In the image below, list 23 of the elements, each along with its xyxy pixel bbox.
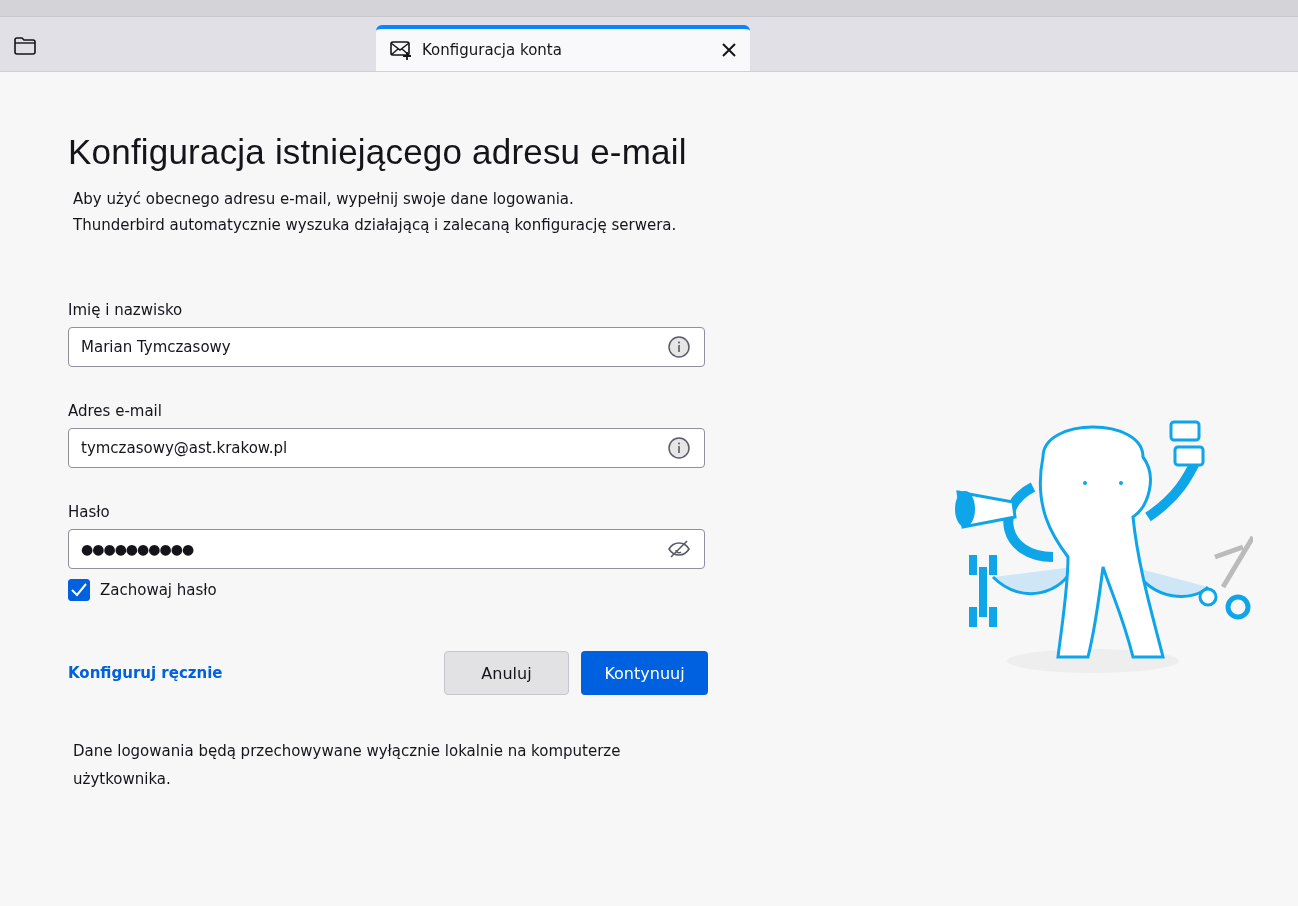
password-field[interactable]: ●●●●●●●●●●: [68, 529, 705, 569]
input-field[interactable]: tymczasowy@ast.krakow.pl: [68, 428, 705, 468]
field-label: Imię i nazwisko: [68, 301, 183, 319]
tab[interactable]: Konfiguracja konta: [376, 25, 750, 71]
info-icon[interactable]: [668, 437, 690, 459]
manual-config-link[interactable]: Konfiguruj ręcznie: [68, 664, 432, 682]
field-label: Adres e-mail: [68, 402, 162, 420]
continue-button[interactable]: Kontynuuj: [581, 651, 708, 695]
page-heading: Konfiguracja istniejącego adresu e-mail: [68, 132, 688, 172]
checkbox[interactable]: [68, 579, 90, 601]
tab-title: Konfiguracja konta: [422, 41, 563, 59]
envelope-plus-icon: [390, 40, 412, 60]
footnote-text: Dane logowania będą przechowywane wyłącznie lokalnie na komputerze użytkownika.: [73, 741, 622, 790]
intro-text: Aby użyć obecnego adresu e-mail, wypełnij swoje dane logowania.: [73, 189, 575, 210]
intro-text: Thunderbird automatycznie wyszuka działającą i zalecaną konfigurację serwera.: [73, 215, 678, 236]
close-icon[interactable]: [722, 43, 736, 57]
info-icon[interactable]: [668, 336, 690, 358]
field-label: Hasło: [68, 503, 110, 521]
input-field[interactable]: Marian Tymczasowy: [68, 327, 705, 367]
eye-slash-icon[interactable]: [668, 540, 690, 558]
folder-icon[interactable]: [14, 37, 36, 55]
checkbox-label: Zachowaj hasło: [100, 581, 217, 599]
cancel-button[interactable]: Anuluj: [444, 651, 569, 695]
